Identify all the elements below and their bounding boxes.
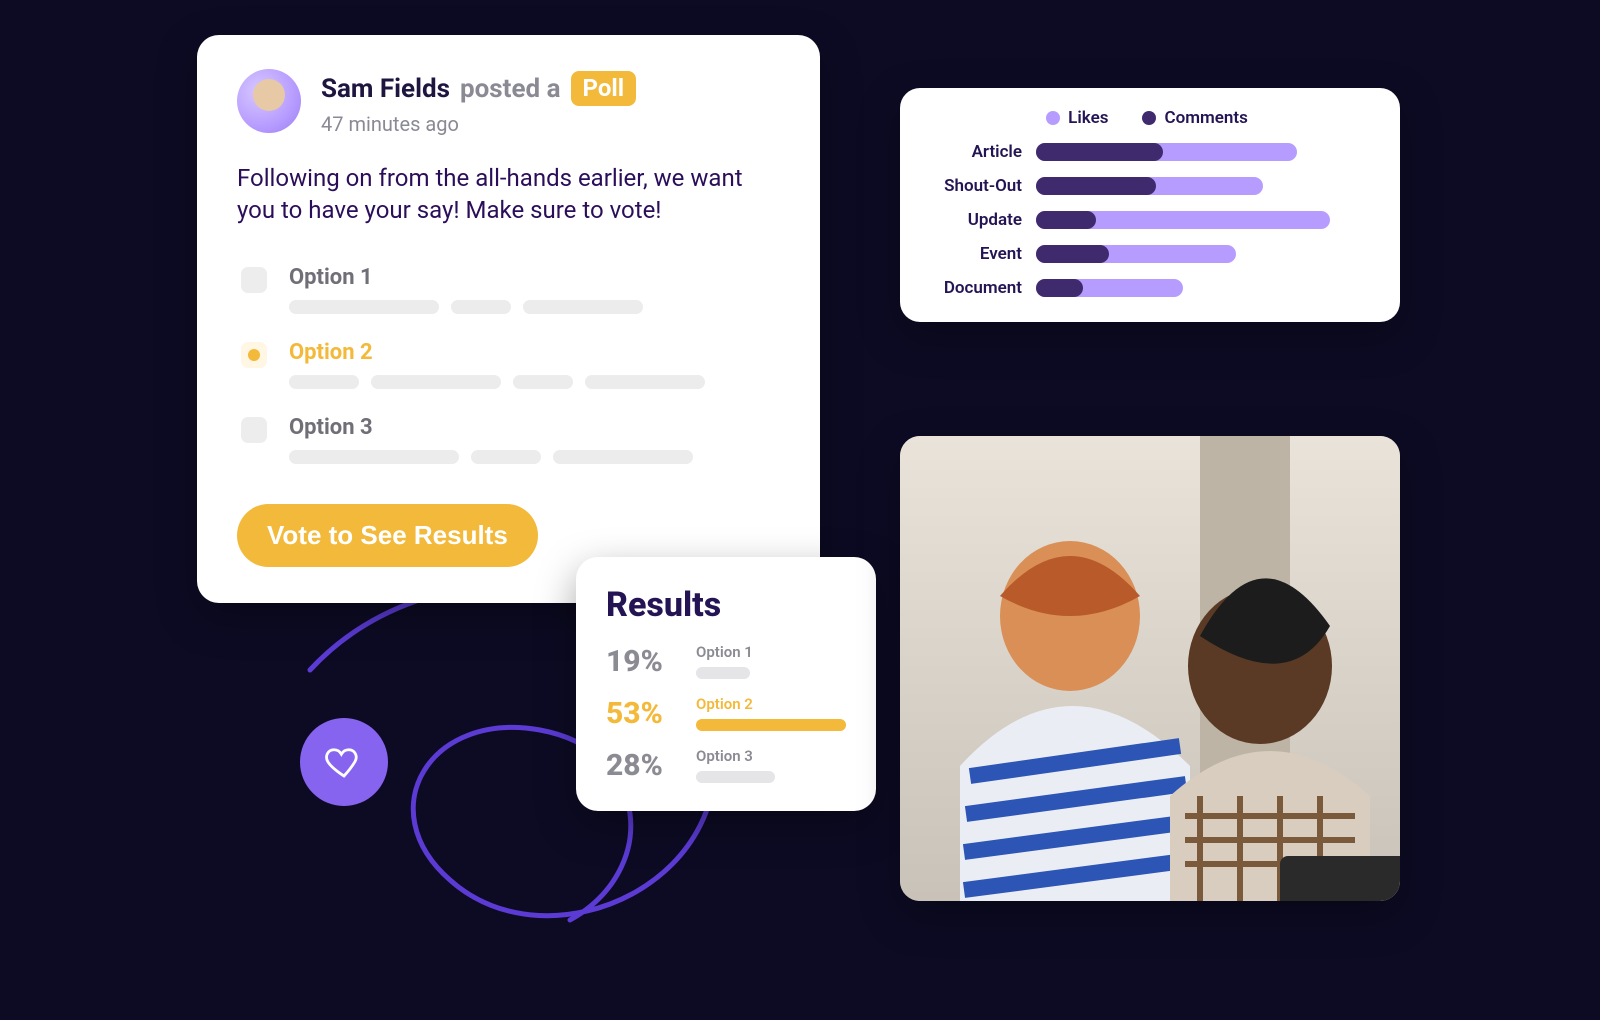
poll-option-label: Option 1 bbox=[289, 265, 780, 290]
author-name[interactable]: Sam Fields bbox=[321, 74, 450, 104]
result-label: Option 1 bbox=[696, 643, 846, 661]
chart-bar-comments bbox=[1036, 143, 1163, 161]
result-percent: 28% bbox=[606, 748, 680, 783]
chart-legend: Likes Comments bbox=[924, 108, 1370, 128]
legend-likes: Likes bbox=[1046, 108, 1108, 128]
legend-dot-icon bbox=[1142, 111, 1156, 125]
poll-option-1[interactable]: Option 1 bbox=[241, 251, 780, 326]
chart-bar-stack bbox=[1036, 143, 1370, 161]
heart-icon bbox=[323, 741, 365, 783]
skeleton-row bbox=[289, 375, 780, 389]
radio-icon[interactable] bbox=[241, 417, 267, 443]
engagement-chart-card: Likes Comments Article Shout-Out Update Eve… bbox=[900, 88, 1400, 322]
chart-bar-comments bbox=[1036, 211, 1096, 229]
chart-row: Event bbox=[924, 244, 1370, 264]
photo-placeholder bbox=[900, 436, 1400, 901]
result-row-2: 53% Option 2 bbox=[606, 695, 846, 731]
photo-card bbox=[900, 436, 1400, 901]
poll-timestamp: 47 minutes ago bbox=[321, 112, 780, 136]
chart-row: Article bbox=[924, 142, 1370, 162]
poll-body-text: Following on from the all-hands earlier,… bbox=[237, 162, 780, 227]
chart-row: Document bbox=[924, 278, 1370, 298]
poll-header: Sam Fields posted a Poll 47 minutes ago bbox=[237, 69, 780, 136]
avatar[interactable] bbox=[237, 69, 301, 133]
result-bar bbox=[696, 667, 750, 679]
chart-bar-comments bbox=[1036, 279, 1083, 297]
poll-title-line: Sam Fields posted a Poll bbox=[321, 71, 780, 106]
result-bar bbox=[696, 719, 846, 731]
result-bar bbox=[696, 771, 775, 783]
skeleton-row bbox=[289, 300, 780, 314]
chart-category-label: Article bbox=[924, 142, 1022, 162]
chart-category-label: Event bbox=[924, 244, 1022, 264]
chart-bar-stack bbox=[1036, 279, 1370, 297]
chart-category-label: Shout-Out bbox=[924, 176, 1022, 196]
vote-button[interactable]: Vote to See Results bbox=[237, 504, 538, 567]
poll-action-text: posted a bbox=[460, 74, 561, 104]
result-percent: 53% bbox=[606, 696, 680, 731]
result-percent: 19% bbox=[606, 644, 680, 679]
poll-option-3[interactable]: Option 3 bbox=[241, 401, 780, 476]
poll-card: Sam Fields posted a Poll 47 minutes ago … bbox=[197, 35, 820, 603]
result-label: Option 2 bbox=[696, 695, 846, 713]
result-label: Option 3 bbox=[696, 747, 846, 765]
radio-icon[interactable] bbox=[241, 342, 267, 368]
result-row-3: 28% Option 3 bbox=[606, 747, 846, 783]
chart-bar-comments bbox=[1036, 177, 1156, 195]
radio-icon[interactable] bbox=[241, 267, 267, 293]
chart-row: Update bbox=[924, 210, 1370, 230]
poll-option-label: Option 3 bbox=[289, 415, 780, 440]
poll-option-2[interactable]: Option 2 bbox=[241, 326, 780, 401]
legend-dot-icon bbox=[1046, 111, 1060, 125]
results-title: Results bbox=[606, 585, 846, 625]
chart-bar-stack bbox=[1036, 211, 1370, 229]
legend-label: Likes bbox=[1068, 108, 1108, 128]
chart-bar-comments bbox=[1036, 245, 1109, 263]
poll-options: Option 1 Option 2 bbox=[237, 251, 780, 476]
chart-rows: Article Shout-Out Update Event Document bbox=[924, 142, 1370, 298]
chart-bar-stack bbox=[1036, 245, 1370, 263]
chart-category-label: Update bbox=[924, 210, 1022, 230]
results-card: Results 19% Option 1 53% Option 2 28% Op… bbox=[576, 557, 876, 811]
chart-category-label: Document bbox=[924, 278, 1022, 298]
heart-badge bbox=[300, 718, 388, 806]
poll-option-label: Option 2 bbox=[289, 340, 780, 365]
skeleton-row bbox=[289, 450, 780, 464]
legend-comments: Comments bbox=[1142, 108, 1247, 128]
chart-bar-stack bbox=[1036, 177, 1370, 195]
legend-label: Comments bbox=[1164, 108, 1247, 128]
chart-row: Shout-Out bbox=[924, 176, 1370, 196]
poll-badge: Poll bbox=[571, 71, 637, 106]
result-row-1: 19% Option 1 bbox=[606, 643, 846, 679]
